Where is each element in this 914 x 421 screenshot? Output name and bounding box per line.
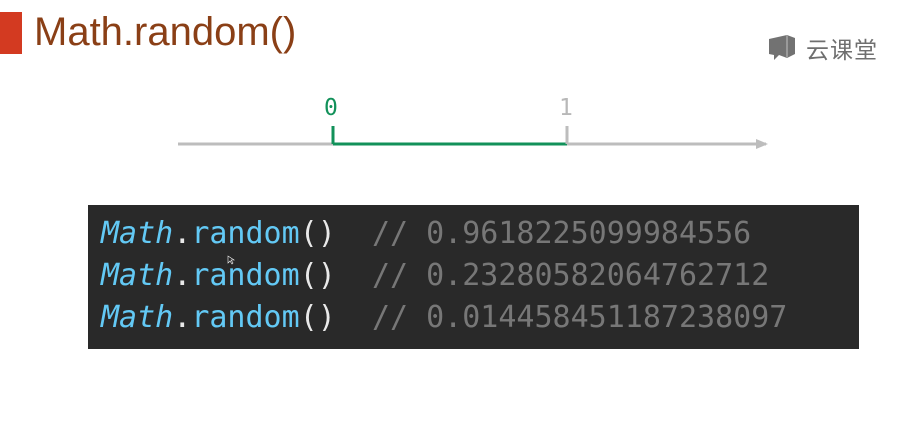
code-object: Math [101, 216, 174, 251]
number-line-zero-label: 0 [324, 95, 338, 121]
code-dot: . [173, 216, 192, 251]
code-method: random [191, 300, 300, 335]
code-object: Math [101, 300, 174, 335]
code-dot: . [173, 300, 192, 335]
number-line-one-label: 1 [559, 95, 573, 121]
code-method: random [191, 258, 300, 293]
number-line [178, 126, 768, 149]
code-line: Math.random() // 0.014458451187238097 [101, 297, 859, 339]
code-method: random [191, 216, 300, 251]
code-comment: // 0.014458451187238097 [371, 300, 788, 335]
code-parens: () [299, 258, 336, 293]
code-comment: // 0.9618225099984556 [371, 216, 752, 251]
code-dot: . [173, 258, 192, 293]
code-block: Math.random() // 0.9618225099984556 Math… [88, 205, 859, 349]
mouse-cursor-icon [227, 255, 235, 265]
code-object: Math [101, 258, 174, 293]
code-line: Math.random() // 0.9618225099984556 [101, 213, 859, 255]
code-parens: () [299, 300, 336, 335]
code-line: Math.random() // 0.23280582064762712 [101, 255, 859, 297]
code-comment: // 0.23280582064762712 [371, 258, 770, 293]
code-parens: () [299, 216, 336, 251]
